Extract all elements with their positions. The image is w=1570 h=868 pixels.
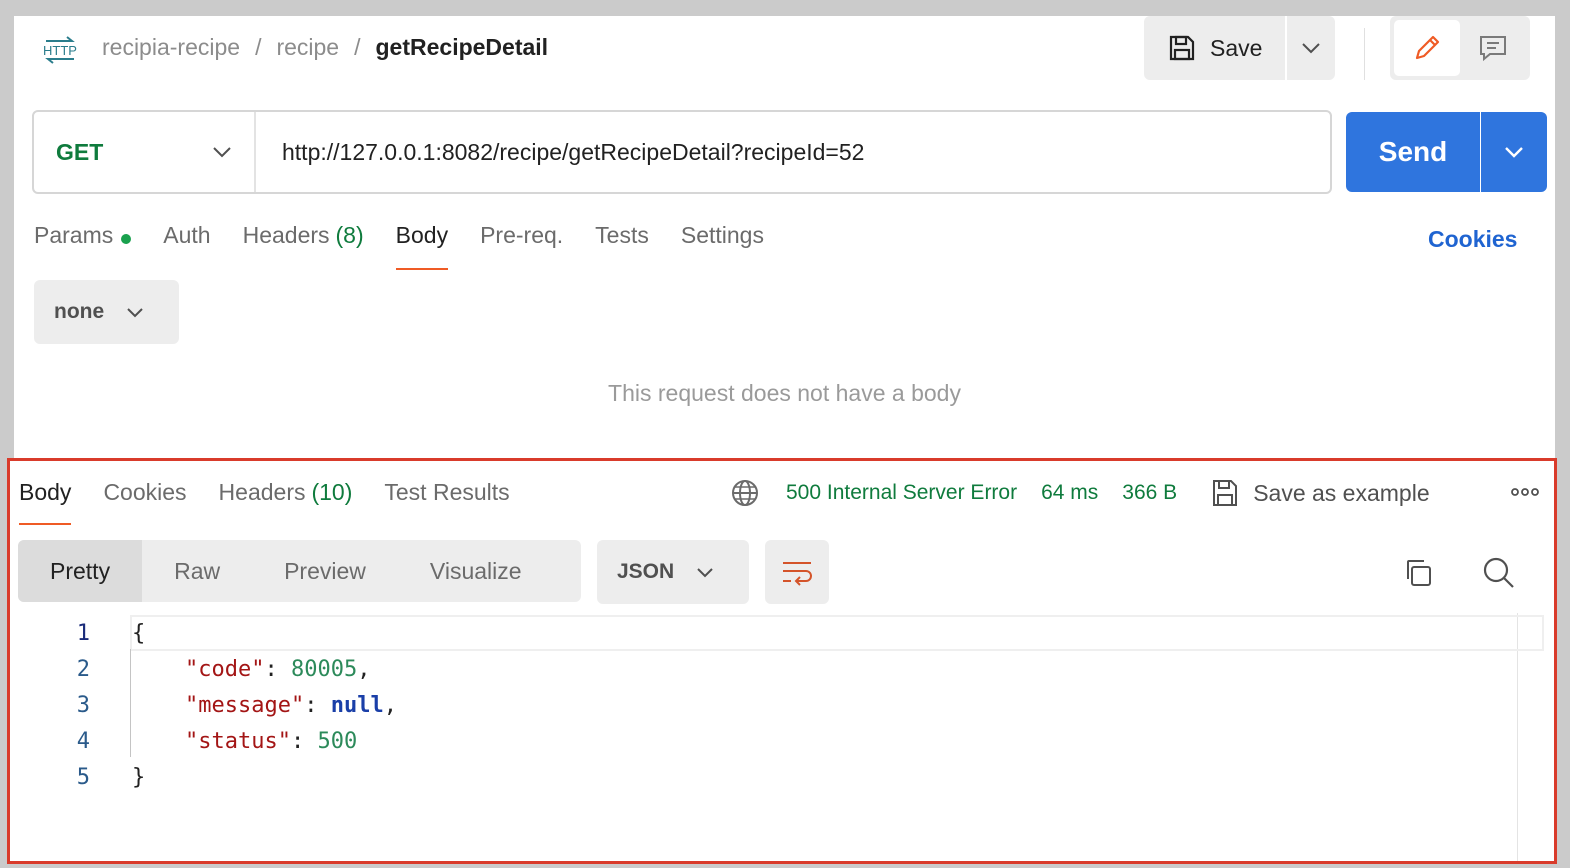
method-select[interactable]: GET — [34, 112, 256, 192]
line-number: 4 — [76, 728, 90, 754]
save-as-example-button[interactable]: Save as example — [1211, 478, 1430, 508]
format-label: JSON — [617, 560, 675, 583]
tab-tests[interactable]: Tests — [595, 222, 649, 270]
breadcrumb-separator: / — [354, 34, 361, 60]
json-close-brace: } — [132, 764, 146, 790]
response-tabs: Body Cookies Headers (10) Test Results — [19, 479, 542, 525]
more-options-icon[interactable] — [1510, 487, 1540, 497]
save-label: Save — [1210, 34, 1263, 61]
code-line: 4 "status": 500 — [10, 723, 1554, 759]
response-view-selector: Pretty Raw Preview Visualize — [18, 540, 581, 602]
chevron-down-icon — [1302, 43, 1320, 54]
json-open-brace: { — [132, 620, 146, 646]
svg-text:HTTP: HTTP — [43, 43, 77, 58]
method-label: GET — [56, 138, 104, 165]
floppy-disk-icon — [1213, 480, 1238, 506]
send-group: Send — [1346, 112, 1547, 192]
url-input[interactable]: http://127.0.0.1:8082/recipe/getRecipeDe… — [256, 139, 864, 166]
response-tab-cookies[interactable]: Cookies — [103, 479, 186, 525]
comments-button[interactable] — [1460, 20, 1526, 76]
status-code[interactable]: 500 Internal Server Error — [786, 481, 1017, 505]
body-type-select[interactable]: none — [34, 280, 179, 344]
response-meta: 500 Internal Server Error 64 ms 366 B Sa… — [730, 478, 1430, 508]
send-button[interactable]: Send — [1346, 112, 1480, 192]
tab-headers-label: Headers — [242, 222, 330, 248]
response-panel: Body Cookies Headers (10) Test Results 5… — [7, 458, 1557, 864]
response-tab-headers[interactable]: Headers (10) — [219, 479, 353, 525]
response-tab-test-results[interactable]: Test Results — [384, 479, 509, 525]
line-number: 3 — [76, 692, 90, 718]
chevron-down-icon — [213, 147, 231, 158]
comment-icon — [1480, 36, 1506, 62]
json-key-code: "code" — [184, 656, 265, 682]
toolbar-divider — [1364, 28, 1365, 80]
tab-prereq[interactable]: Pre-req. — [480, 222, 563, 270]
view-preview[interactable]: Preview — [252, 540, 398, 602]
view-visualize[interactable]: Visualize — [398, 540, 554, 602]
save-button[interactable]: Save — [1144, 16, 1285, 80]
mode-toggle — [1390, 16, 1530, 80]
search-icon[interactable] — [1482, 556, 1516, 590]
cookies-link[interactable]: Cookies — [1428, 226, 1517, 253]
save-options-button[interactable] — [1287, 16, 1335, 80]
request-tabs: Params Auth Headers (8) Body Pre-req. Te… — [34, 222, 796, 270]
breadcrumb-separator: / — [255, 34, 262, 60]
chevron-down-icon — [127, 307, 143, 317]
send-options-button[interactable] — [1481, 112, 1547, 192]
url-bar: GET http://127.0.0.1:8082/recipe/getReci… — [32, 110, 1332, 194]
chevron-down-icon — [697, 567, 713, 577]
json-value-message: null — [330, 692, 384, 718]
params-active-dot — [121, 234, 132, 244]
json-value-status: 500 — [317, 728, 358, 754]
response-headers-label: Headers — [218, 479, 306, 505]
globe-icon[interactable] — [730, 478, 760, 508]
json-value-code: 80005 — [290, 656, 358, 682]
breadcrumb-folder[interactable]: recipe — [276, 34, 339, 61]
floppy-disk-icon — [1169, 35, 1195, 61]
empty-body-message: This request does not have a body — [608, 380, 961, 406]
tab-params[interactable]: Params — [34, 222, 132, 270]
response-tab-body[interactable]: Body — [19, 479, 72, 525]
chevron-down-icon — [1505, 147, 1523, 158]
wrap-lines-icon — [783, 562, 812, 586]
response-body-editor[interactable]: 1 { 2 "code": 80005, 3 "message": null, … — [10, 613, 1554, 861]
save-group: Save — [1144, 16, 1335, 80]
tab-body[interactable]: Body — [395, 222, 449, 270]
line-number: 5 — [76, 764, 90, 790]
code-line: 5 } — [10, 759, 1554, 795]
active-line-highlight — [130, 615, 1544, 651]
tab-settings[interactable]: Settings — [681, 222, 764, 270]
request-name[interactable]: getRecipeDetail — [376, 34, 549, 61]
code-line: 3 "message": null, — [10, 687, 1554, 723]
breadcrumb-collection[interactable]: recipia-recipe — [102, 34, 240, 61]
edit-mode-button[interactable] — [1394, 20, 1460, 76]
json-line-code: "code": 80005, — [184, 656, 371, 682]
code-line: 1 { — [10, 615, 1554, 651]
tab-headers[interactable]: Headers (8) — [243, 222, 364, 270]
tab-params-label: Params — [34, 222, 114, 248]
body-type-label: none — [54, 300, 105, 323]
wrap-lines-button[interactable] — [765, 540, 829, 604]
line-number: 1 — [76, 620, 90, 646]
save-as-example-label: Save as example — [1253, 479, 1430, 506]
json-line-message: "message": null, — [184, 692, 397, 718]
line-number: 2 — [76, 656, 90, 682]
breadcrumb: recipia-recipe / recipe / getRecipeDetai… — [102, 34, 548, 61]
format-select[interactable]: JSON — [597, 540, 749, 604]
http-request-icon: HTTP — [43, 36, 77, 64]
copy-icon[interactable] — [1402, 557, 1434, 589]
json-key-message: "message" — [184, 692, 305, 718]
headers-count: (8) — [335, 222, 364, 248]
json-key-status: "status" — [184, 728, 291, 754]
response-headers-count: (10) — [311, 479, 353, 505]
json-line-status: "status": 500 — [184, 728, 358, 754]
response-time[interactable]: 64 ms — [1041, 481, 1098, 505]
response-size[interactable]: 366 B — [1122, 481, 1177, 505]
view-raw[interactable]: Raw — [142, 540, 252, 602]
pencil-icon — [1415, 35, 1440, 60]
tab-auth[interactable]: Auth — [163, 222, 210, 270]
code-line: 2 "code": 80005, — [10, 651, 1554, 687]
view-pretty[interactable]: Pretty — [18, 540, 143, 602]
